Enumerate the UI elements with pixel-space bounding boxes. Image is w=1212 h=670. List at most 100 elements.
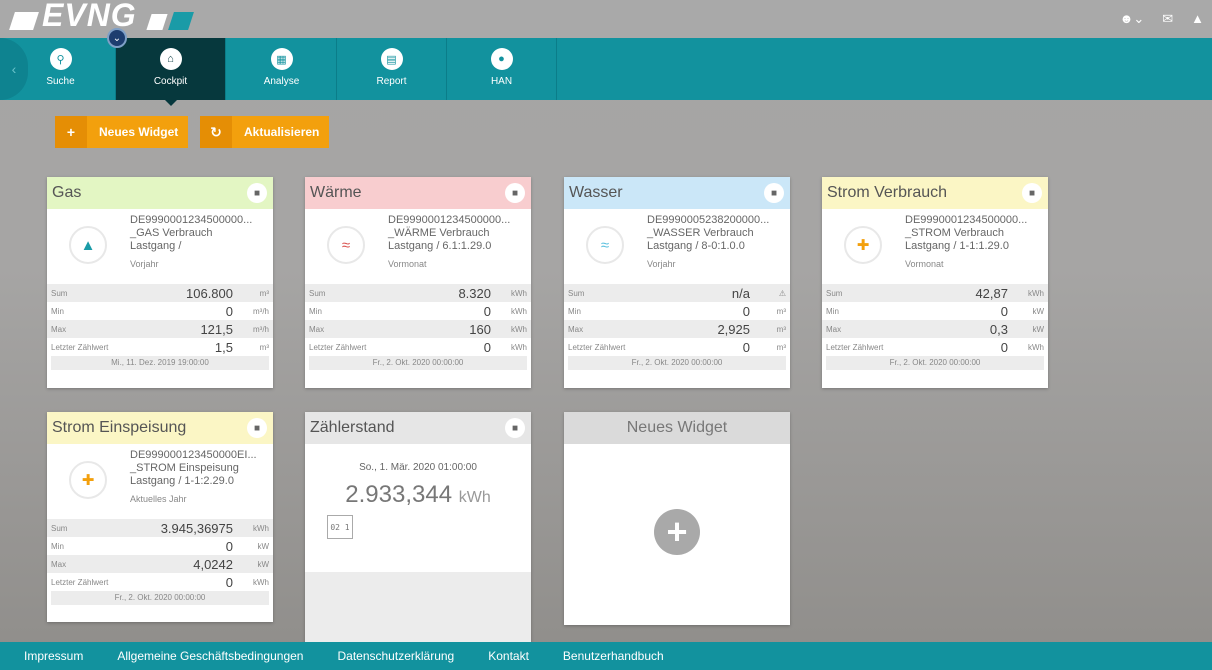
stat-row-sum: Sum 8.320 kWh [305,284,531,302]
footer-link-impressum[interactable]: Impressum [24,649,83,663]
meter-period: Aktuelles Jahr [130,494,187,504]
stat-unit: kW [1032,306,1044,316]
stat-label: Max [826,324,842,334]
footer-link-kontakt[interactable]: Kontakt [488,649,529,663]
stat-unit: kWh [253,523,269,533]
stat-unit: kWh [1028,288,1044,298]
envelope-icon[interactable]: ✉ [1162,10,1173,28]
briefcase-icon[interactable]: ■ [1022,183,1042,203]
widget-wasser[interactable]: Wasser ■ ≈ DE9990005238200000... _WASSER… [564,177,790,388]
meter-name: _WÄRME Verbrauch [388,227,490,239]
stat-unit: kWh [1028,342,1044,352]
widget-title: Strom Verbrauch [827,184,948,201]
stat-label: Sum [568,288,585,298]
widget-stats: Sum n/a ⚠ Min 0 m³ Max 2,925 m³ Letzter Zählwe… [564,284,790,370]
stat-label: Sum [51,288,68,298]
meter-id: DE999000123450000EI... [130,449,257,461]
nav-item-label: Report [376,76,407,87]
home-icon: ⌂ [159,48,182,70]
stat-unit: kWh [511,342,527,352]
nav-item-analyse[interactable]: ▦ Analyse [227,38,337,100]
top-icons: ☻⌄ ✉ ▲ [1120,10,1204,28]
stat-value: n/a [731,285,750,301]
footer-link-handbuch[interactable]: Benutzerhandbuch [563,649,664,663]
refresh-button[interactable]: ↻ Aktualisieren [200,116,330,148]
briefcase-icon[interactable]: ■ [247,418,267,438]
widget-stats: Sum 3.945,36975 kWh Min 0 kW Max 4,0242 kW Let… [47,519,273,605]
stat-value: 160 [469,321,491,337]
stat-unit: kW [1032,324,1044,334]
stat-row-max: Max 4,0242 kW [47,555,273,573]
widget-waerme[interactable]: Wärme ■ ≈ DE9990001234500000... _WÄRME V… [305,177,531,388]
stat-label: Min [568,306,581,316]
briefcase-icon[interactable]: ■ [505,183,525,203]
widget-info: ≈ DE9990005238200000... _WASSER Verbrauc… [564,209,790,281]
stat-value: 0 [483,339,491,355]
stat-label: Max [51,324,67,334]
stat-value: 0 [225,538,233,554]
widget-strom-verbrauch[interactable]: Strom Verbrauch ■ ✚ DE9990001234500000..… [822,177,1048,388]
widget-date: Fr., 2. Okt. 2020 00:00:00 [826,356,1044,370]
widget-spacer [564,370,790,388]
widget-add-new[interactable]: Neues Widget + [564,412,790,625]
stat-unit: m³ [776,342,786,352]
widget-spacer [305,370,531,388]
meter-reading-unit: kWh [458,489,491,506]
heat-icon: ≈ [327,226,365,264]
meter-period: Vormonat [905,259,944,269]
widget-date: Fr., 2. Okt. 2020 00:00:00 [568,356,786,370]
widget-title: Neues Widget [626,419,728,436]
stat-label: Sum [51,523,68,533]
footer-link-agb[interactable]: Allgemeine Geschäftsbedingungen [117,649,303,663]
meter-profile: Lastgang / 1-1:2.29.0 [130,475,234,487]
briefcase-icon[interactable]: ■ [247,183,267,203]
widget-strom-einspeisung[interactable]: Strom Einspeisung ■ ✚ DE999000123450000E… [47,412,273,622]
nav-item-label: Analyse [263,76,300,87]
stat-value: 0 [483,303,491,319]
add-widget-plus-icon[interactable]: + [654,509,700,555]
stat-value: 0 [225,574,233,590]
meter-icon: 02 1 [327,515,353,539]
meter-id: DE9990001234500000... [388,214,511,226]
new-widget-label: Neues Widget [99,125,179,139]
widget-header: Neues Widget [564,412,790,444]
widget-zaehlerstand[interactable]: Zählerstand ■ So., 1. Mär. 2020 01:00:00… [305,412,531,644]
nav-item-suche[interactable]: ⚲ Suche [6,38,116,100]
stat-value: 0 [742,339,750,355]
nav-item-cockpit[interactable]: ⌂ Cockpit [116,38,226,106]
widget-title: Zählerstand [310,419,395,436]
stat-unit: m³ [259,288,269,298]
stat-label: Max [51,559,67,569]
stat-row-last: Letzter Zählwert 0 m³ [564,338,790,356]
main-nav: ‹ ⚲ Suche ⌂ Cockpit ▦ Analyse ▤ Report ●… [0,38,1212,106]
user-icon[interactable]: ☻⌄ [1120,10,1145,28]
footer-link-datenschutz[interactable]: Datenschutzerklärung [337,649,454,663]
stat-label: Sum [826,288,843,298]
widget-title: Wasser [569,184,623,201]
chevron-down-icon[interactable]: ⌄ [107,28,127,48]
stat-label: Letzter Zählwert [568,342,626,352]
widget-gas[interactable]: Gas ■ ▲ DE9990001234500000... _GAS Verbr… [47,177,273,388]
evng-logo[interactable]: EVNG [9,0,197,31]
widget-meta: DE9990005238200000... _WASSER Verbrauch … [647,214,787,271]
stat-unit: kW [257,541,269,551]
stat-value: 2,925 [717,321,750,337]
meter-period: Vormonat [388,259,427,269]
widget-date: Fr., 2. Okt. 2020 00:00:00 [309,356,527,370]
widget-meta: DE9990001234500000... _WÄRME Verbrauch L… [388,214,528,271]
logo-stripe [146,14,168,30]
stat-unit: m³/h [253,306,269,316]
stat-value: 1,5 [214,339,233,355]
meter-reading: 2.933,344 kWh [305,481,531,509]
stat-value: 0 [742,303,750,319]
briefcase-icon[interactable]: ■ [505,418,525,438]
new-widget-button[interactable]: + Neues Widget [55,116,189,148]
nav-item-han[interactable]: ● HAN [447,38,557,100]
stat-unit: m³ [259,342,269,352]
graduation-cap-icon[interactable]: ▲ [1191,10,1204,28]
stat-row-min: Min 0 m³ [564,302,790,320]
nav-item-report[interactable]: ▤ Report [337,38,447,100]
stat-row-last: Letzter Zählwert 1,5 m³ [47,338,273,356]
briefcase-icon[interactable]: ■ [764,183,784,203]
stat-unit: kW [257,559,269,569]
